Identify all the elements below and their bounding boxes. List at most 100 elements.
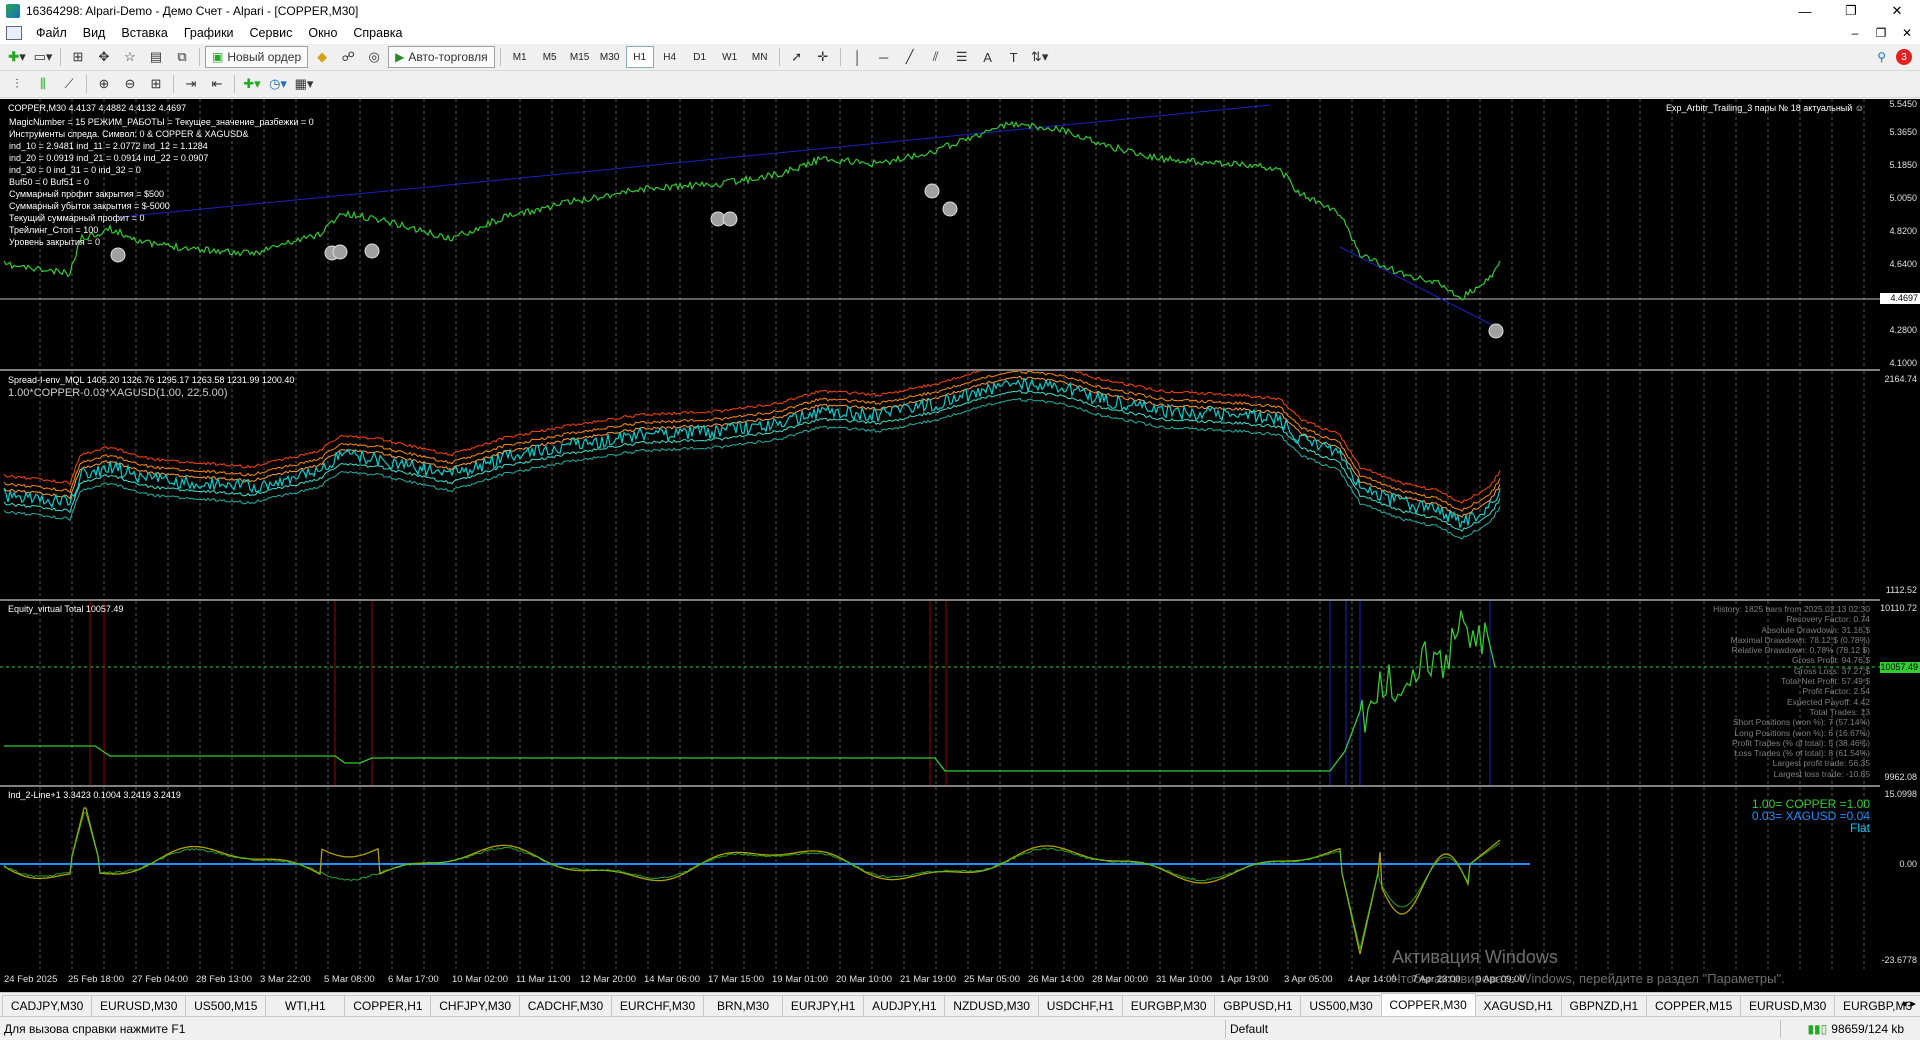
oscillator-chart[interactable]: [0, 787, 1880, 969]
search-icon[interactable]: ⚲: [1877, 50, 1886, 64]
menu-view[interactable]: Вид: [75, 26, 114, 40]
timeframe-mn[interactable]: MN: [746, 46, 774, 68]
timeframe-d1[interactable]: D1: [686, 46, 714, 68]
chart-tab[interactable]: GBPNZD,H1: [1560, 995, 1648, 1016]
time-tick: 24 Feb 2025: [4, 974, 58, 985]
spread-chart[interactable]: [0, 371, 1880, 599]
chart-tab[interactable]: XAGUSD,H1: [1474, 995, 1562, 1016]
zoom-out-icon[interactable]: ⊖: [118, 73, 142, 95]
horizontal-line-icon[interactable]: ─: [872, 46, 896, 68]
periods-icon[interactable]: ◷▾: [266, 73, 290, 95]
maximize-button[interactable]: ❐: [1828, 0, 1874, 22]
arrows-icon[interactable]: ⇅▾: [1028, 46, 1052, 68]
spread-scale[interactable]: 2164.74 1112.52: [1880, 371, 1920, 601]
chart-window[interactable]: COPPER,M30 4.4137 4.4882 4.4132 4.4697 M…: [0, 99, 1920, 992]
trendline-icon[interactable]: ╱: [898, 46, 922, 68]
vertical-line-icon[interactable]: │: [846, 46, 870, 68]
oscillator-scale[interactable]: 15.0998 0.00 -23.6778: [1880, 787, 1920, 969]
equity-scale[interactable]: 10110.72 10057.49 9962.08: [1880, 601, 1920, 787]
timeframe-w1[interactable]: W1: [716, 46, 744, 68]
chart-document-icon[interactable]: [6, 26, 22, 40]
templates-icon[interactable]: ▦▾: [292, 73, 316, 95]
app-logo-icon: [6, 4, 20, 18]
data-window-icon[interactable]: ✥: [92, 46, 116, 68]
oscillator-pane[interactable]: Ind_2-Line+1 3.3423 0.1004 3.2419 3.2419…: [0, 787, 1880, 969]
timeframe-m30[interactable]: M30: [596, 46, 624, 68]
indicators-icon[interactable]: ✚▾: [240, 73, 264, 95]
doc-close-button[interactable]: ✕: [1894, 22, 1920, 44]
chart-tab[interactable]: BRN,M30: [703, 995, 784, 1016]
profiles-icon[interactable]: ▭▾: [31, 46, 55, 68]
bar-chart-icon[interactable]: ⫶: [5, 73, 29, 95]
doc-minimize-button[interactable]: –: [1842, 22, 1868, 44]
navigator-icon[interactable]: ☆: [118, 46, 142, 68]
chart-tab[interactable]: EURUSD,M30: [91, 995, 187, 1016]
chart-tab[interactable]: WTI,H1: [265, 995, 346, 1016]
chart-tab[interactable]: EURGBP,M30: [1121, 995, 1216, 1016]
new-chart-icon[interactable]: ✚ ▾: [5, 46, 29, 68]
terminal-icon[interactable]: ▤: [144, 46, 168, 68]
chart-tab[interactable]: COPPER,H1: [344, 995, 432, 1016]
spread-pane[interactable]: Spread-I-env_MQL 1405.20 1326.76 1295.17…: [0, 371, 1880, 601]
close-button[interactable]: ✕: [1874, 0, 1920, 22]
chart-tab[interactable]: AUDJPY,H1: [863, 995, 946, 1016]
zoom-in-icon[interactable]: ⊕: [92, 73, 116, 95]
chart-tab[interactable]: EURUSD,M30: [1740, 995, 1836, 1016]
auto-trading-button[interactable]: ▶ Авто-торговля: [388, 46, 495, 68]
chart-tab[interactable]: US500,M30: [1300, 995, 1382, 1016]
line-chart-icon[interactable]: ⟋: [57, 73, 81, 95]
equity-pane[interactable]: Equity_virtual Total 10057.49 History: 1…: [0, 601, 1880, 787]
chart-tab[interactable]: CADCHF,M30: [518, 995, 612, 1016]
menu-insert[interactable]: Вставка: [113, 26, 175, 40]
text-tool-icon[interactable]: A: [976, 46, 1000, 68]
chart-tab[interactable]: CHFJPY,M30: [430, 995, 520, 1016]
chart-tab[interactable]: USDCHF,H1: [1037, 995, 1123, 1016]
tab-scroll-right-icon[interactable]: ▸: [1910, 997, 1916, 1010]
new-order-button[interactable]: ▣ Новый ордер: [205, 46, 309, 68]
fibonacci-icon[interactable]: ☰: [950, 46, 974, 68]
time-tick: 12 Mar 20:00: [580, 974, 636, 985]
menu-window[interactable]: Окно: [300, 26, 345, 40]
market-watch-icon[interactable]: ⊞: [66, 46, 90, 68]
chart-tab[interactable]: EURJPY,H1: [782, 995, 865, 1016]
equity-chart[interactable]: [0, 601, 1880, 785]
chart-tab[interactable]: EURCHF,M30: [610, 995, 705, 1016]
chart-tab[interactable]: NZDUSD,M30: [944, 995, 1039, 1016]
crosshair-icon[interactable]: ✛: [811, 46, 835, 68]
candlestick-icon[interactable]: ⫼: [31, 73, 55, 95]
chart-shift-icon[interactable]: ⇤: [205, 73, 229, 95]
chart-tab[interactable]: GBPUSD,H1: [1214, 995, 1302, 1016]
autoscroll-icon[interactable]: ⇥: [179, 73, 203, 95]
menu-charts[interactable]: Графики: [176, 26, 242, 40]
cursor-icon[interactable]: ➚: [785, 46, 809, 68]
chart-tab[interactable]: COPPER,M15: [1646, 995, 1742, 1016]
tester-icon[interactable]: ⧉: [170, 46, 194, 68]
notifications-badge[interactable]: 3: [1896, 49, 1912, 65]
timeframe-m5[interactable]: M5: [536, 46, 564, 68]
doc-restore-button[interactable]: ❐: [1868, 22, 1894, 44]
community-icon[interactable]: ☍: [336, 46, 360, 68]
tab-scroll-left-icon[interactable]: ◂: [1901, 997, 1907, 1010]
label-tool-icon[interactable]: T: [1002, 46, 1026, 68]
status-traffic[interactable]: ▮▮▯ 98659/124 kb: [1807, 1022, 1904, 1036]
menu-help[interactable]: Справка: [345, 26, 410, 40]
minimize-button[interactable]: —: [1782, 0, 1828, 22]
chart-tab[interactable]: US500,M15: [185, 995, 267, 1016]
status-profile[interactable]: Default: [1230, 1022, 1268, 1036]
report-line: Gross Loss: 37.27 $: [1793, 665, 1870, 676]
menu-tools[interactable]: Сервис: [242, 26, 301, 40]
info-line: ind_10 = 2.9481 ind_11 = 2.0772 ind_12 =…: [9, 141, 208, 151]
equidistant-channel-icon[interactable]: ⫽: [924, 46, 948, 68]
signals-icon[interactable]: ◎: [362, 46, 386, 68]
chart-tab[interactable]: CADJPY,M30: [2, 995, 93, 1016]
price-pane[interactable]: COPPER,M30 4.4137 4.4882 4.4132 4.4697 M…: [0, 99, 1880, 371]
timeframe-h4[interactable]: H4: [656, 46, 684, 68]
timeframe-m1[interactable]: M1: [506, 46, 534, 68]
metaeditor-icon[interactable]: ◆: [310, 46, 334, 68]
tile-windows-icon[interactable]: ⊞: [144, 73, 168, 95]
timeframe-h1[interactable]: H1: [625, 46, 654, 68]
chart-tab[interactable]: COPPER,M30: [1380, 993, 1476, 1016]
menu-file[interactable]: Файл: [28, 26, 75, 40]
timeframe-m15[interactable]: M15: [566, 46, 594, 68]
price-scale[interactable]: 5.5450 5.3650 5.1850 5.0050 4.8200 4.640…: [1880, 99, 1920, 371]
